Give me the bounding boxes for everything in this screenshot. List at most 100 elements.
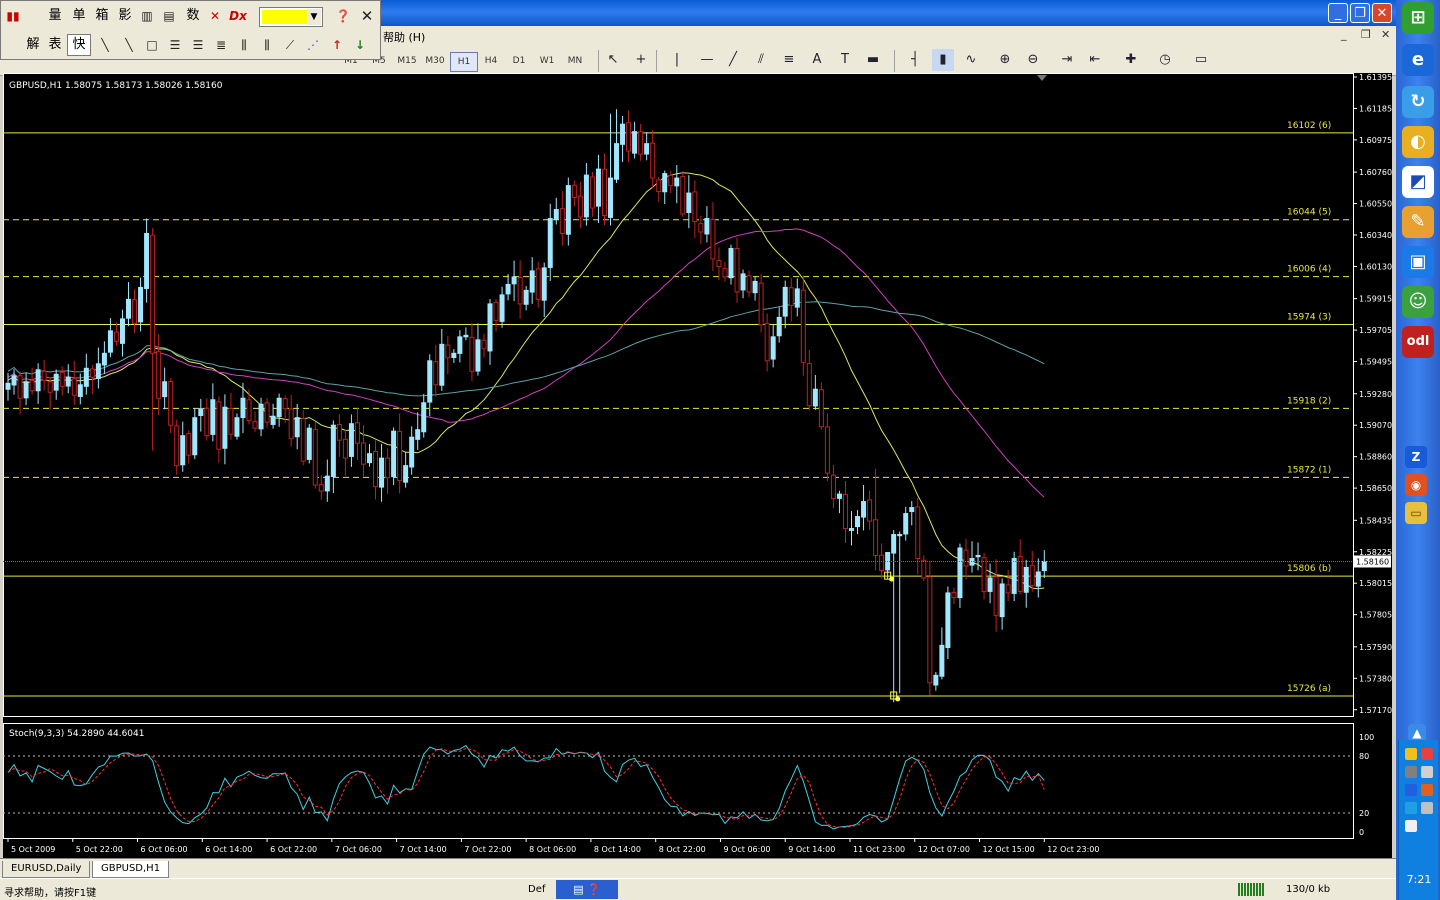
candle-body[interactable] — [927, 576, 933, 684]
candle-body[interactable] — [144, 233, 150, 289]
candle-body[interactable] — [855, 516, 861, 528]
toolbar-btn-volume[interactable]: 量 — [45, 5, 65, 27]
toolbar-btn-data[interactable]: 数 — [183, 5, 203, 27]
vertical-line-icon[interactable]: | — [666, 49, 688, 71]
zoom-out-icon[interactable]: ⊖ — [1022, 49, 1044, 71]
candle-body[interactable] — [457, 336, 463, 354]
ray-icon[interactable]: ╲ — [119, 34, 139, 56]
cross-icon[interactable]: ✕ — [205, 5, 225, 27]
candle-body[interactable] — [523, 289, 529, 305]
candle-body[interactable] — [258, 403, 264, 430]
candle-body[interactable] — [433, 361, 439, 386]
restore-button[interactable]: ❐ — [1350, 3, 1370, 23]
candle-body[interactable] — [601, 168, 607, 217]
candle-body[interactable] — [764, 322, 770, 362]
candle-body[interactable] — [668, 174, 674, 187]
candle-body[interactable] — [463, 334, 469, 338]
candle-body[interactable] — [192, 417, 198, 456]
volume-icon[interactable] — [1421, 766, 1433, 778]
candle-body[interactable] — [59, 371, 65, 387]
candle-body[interactable] — [921, 559, 927, 579]
candle-body[interactable] — [800, 289, 806, 363]
histogram-alt-icon[interactable]: ▤ — [159, 5, 179, 27]
periods-icon[interactable]: ◷ — [1154, 49, 1176, 71]
candle-body[interactable] — [5, 382, 11, 390]
candle-body[interactable] — [210, 399, 216, 435]
candle-body[interactable] — [1029, 564, 1035, 586]
xp-logo-icon[interactable]: ⊞ — [1402, 2, 1434, 34]
candle-body[interactable] — [915, 506, 921, 559]
timeframe-w1[interactable]: W1 — [534, 52, 560, 70]
candle-body[interactable] — [993, 576, 999, 616]
candle-body[interactable] — [1011, 557, 1017, 594]
candle-body[interactable] — [674, 177, 680, 187]
media-icon[interactable]: ◐ — [1402, 126, 1434, 158]
candle-body[interactable] — [294, 417, 300, 438]
toolbar-btn-single[interactable]: 单 — [69, 5, 89, 27]
candle-body[interactable] — [722, 268, 728, 278]
candle-body[interactable] — [487, 303, 493, 352]
histogram-icon[interactable]: ▥ — [137, 5, 157, 27]
candle-body[interactable] — [101, 352, 107, 366]
arrow-icon[interactable]: ▬ — [862, 49, 884, 71]
arrow-up-icon[interactable]: ↑ — [327, 34, 347, 56]
indicators-icon[interactable]: ✚ — [1120, 49, 1142, 71]
candle-body[interactable] — [126, 298, 131, 319]
candle-body[interactable] — [987, 577, 993, 592]
candle-body[interactable] — [849, 528, 854, 531]
timeframe-mn[interactable]: MN — [562, 52, 588, 70]
candle-body[interactable] — [830, 474, 836, 500]
candle-body[interactable] — [818, 389, 824, 428]
candle-body[interactable] — [132, 299, 138, 324]
candle-body[interactable] — [198, 408, 204, 417]
rectangle-icon[interactable]: □ — [142, 34, 162, 56]
candle-body[interactable] — [861, 501, 867, 518]
candle-body[interactable] — [499, 294, 505, 322]
candle-body[interactable] — [282, 398, 288, 410]
keyboard-icon[interactable] — [1405, 820, 1417, 832]
candle-body[interactable] — [824, 426, 830, 474]
candle-body[interactable] — [656, 179, 662, 193]
candle-body[interactable] — [553, 209, 559, 221]
candle-body[interactable] — [836, 493, 842, 499]
mdi-minimize-button[interactable]: _ — [1341, 28, 1347, 41]
candle-body[interactable] — [1035, 571, 1041, 587]
candle-body[interactable] — [511, 276, 517, 285]
candle-body[interactable] — [776, 316, 782, 337]
chart-shift-icon[interactable]: ⇤ — [1084, 49, 1106, 71]
candle-body[interactable] — [999, 583, 1005, 618]
toolbar-btn-solve[interactable]: 解 — [23, 34, 43, 56]
candle-body[interactable] — [638, 131, 644, 155]
candle-body[interactable] — [565, 185, 571, 235]
gann-line-icon[interactable]: ⟋ — [280, 34, 300, 56]
candle-body[interactable] — [41, 370, 47, 381]
candle-body[interactable] — [252, 421, 258, 429]
candle-body[interactable] — [583, 174, 589, 218]
candle-body[interactable] — [330, 424, 336, 477]
candle-body[interactable] — [228, 407, 234, 435]
candle-body[interactable] — [939, 644, 945, 677]
messenger-icon[interactable]: ☺ — [1402, 286, 1434, 318]
candle-body[interactable] — [174, 425, 180, 467]
gann-fan-icon[interactable]: ⋰ — [303, 34, 323, 56]
candle-body[interactable] — [451, 352, 457, 359]
color-picker[interactable]: ▼ — [259, 7, 323, 27]
candle-body[interactable] — [168, 381, 174, 426]
candle-body[interactable] — [306, 427, 312, 460]
candle-body[interactable] — [650, 142, 656, 179]
candle-body[interactable] — [571, 184, 577, 199]
zoom-in-icon[interactable]: ⊕ — [994, 49, 1016, 71]
candle-body[interactable] — [270, 415, 276, 425]
line-chart-icon[interactable]: ∿ — [960, 49, 982, 71]
z-app-icon[interactable]: Z — [1405, 446, 1427, 468]
candle-body[interactable] — [11, 375, 17, 386]
candle-body[interactable] — [379, 457, 385, 488]
candle-body[interactable] — [951, 591, 957, 598]
candle-body[interactable] — [119, 318, 125, 344]
candle-body[interactable] — [397, 430, 403, 482]
menu-help[interactable]: 帮助 (H) — [383, 29, 425, 45]
candle-body[interactable] — [312, 429, 318, 486]
candle-body[interactable] — [728, 247, 734, 279]
candle-body[interactable] — [535, 268, 541, 300]
candle-body[interactable] — [981, 557, 987, 592]
